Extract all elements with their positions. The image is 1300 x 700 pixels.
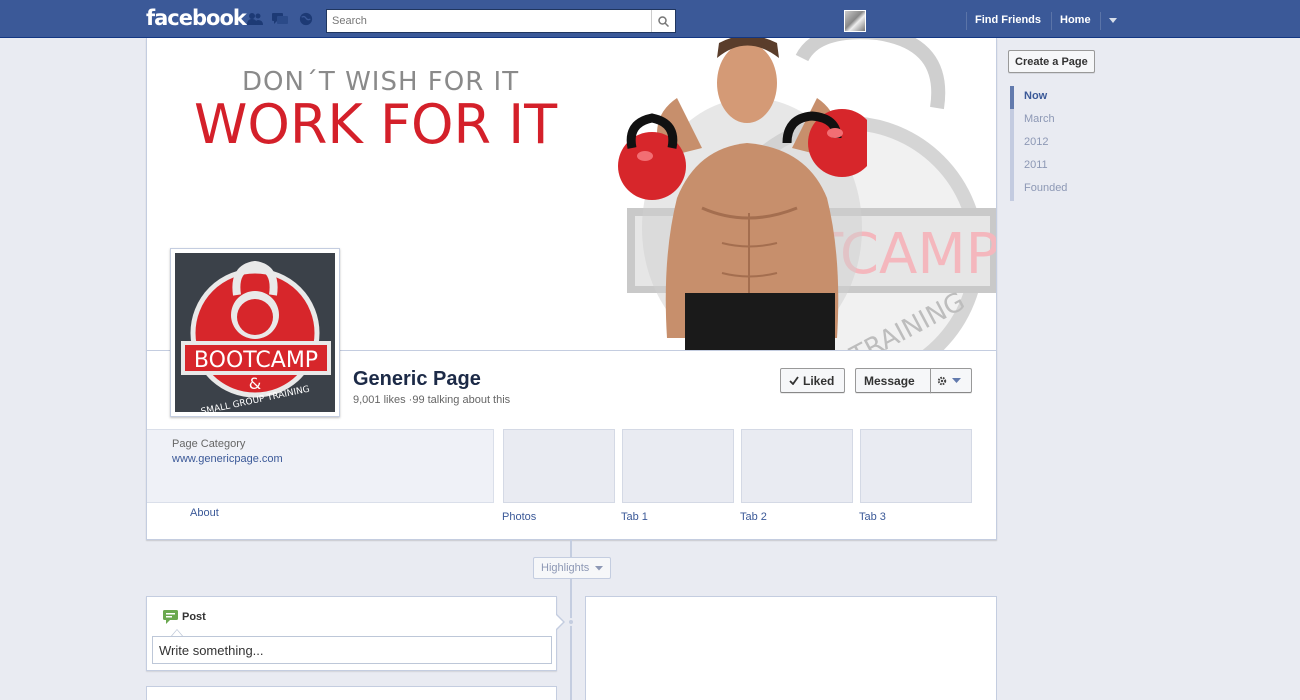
scrubber-item-march[interactable]: March xyxy=(1010,109,1110,132)
divider xyxy=(1051,12,1052,30)
timeline-scrubber: Now March 2012 2011 Founded xyxy=(1010,86,1110,201)
liked-label: Liked xyxy=(803,373,835,388)
post-tab-indicator xyxy=(171,629,183,636)
timeline-dot xyxy=(567,618,575,626)
status-post-icon xyxy=(163,610,178,624)
home-link[interactable]: Home xyxy=(1060,14,1091,26)
likes-count[interactable]: 9,001 likes xyxy=(353,394,406,406)
search-icon xyxy=(658,15,669,27)
post-tab-label: Post xyxy=(182,611,206,623)
search-box xyxy=(326,9,676,33)
highlights-dropdown[interactable]: Highlights xyxy=(533,557,612,579)
scrubber-item-now[interactable]: Now xyxy=(1010,86,1110,109)
post-tab[interactable]: Post xyxy=(163,610,206,624)
page-title[interactable]: Generic Page xyxy=(353,368,481,391)
profile-picture[interactable]: BOOTCAMP & SMALL GROUP TRAINING xyxy=(170,248,340,417)
checkmark-icon xyxy=(789,376,799,385)
divider xyxy=(1100,12,1101,30)
find-friends-link[interactable]: Find Friends xyxy=(975,14,1041,26)
messages-icon[interactable] xyxy=(272,12,288,26)
website-link[interactable]: www.genericpage.com xyxy=(172,453,283,465)
post-input[interactable] xyxy=(152,636,552,664)
highlights-label: Highlights xyxy=(541,562,590,574)
search-button[interactable] xyxy=(651,10,675,32)
account-menu-icon[interactable] xyxy=(1109,18,1117,23)
scrubber-item-founded[interactable]: Founded xyxy=(1010,178,1110,201)
user-avatar[interactable] xyxy=(844,10,866,32)
bootcamp-logo: BOOTCAMP & SMALL GROUP TRAINING xyxy=(175,253,335,412)
tab-2-thumbnail[interactable] xyxy=(741,429,853,503)
timeline-header-card: DON´T WISH FOR IT WORK FOR IT TCAMP TRAI… xyxy=(146,38,997,540)
notifications-icon[interactable] xyxy=(298,12,314,26)
tab-2[interactable]: Tab 2 xyxy=(740,511,767,523)
talking-count: 99 talking about this xyxy=(412,394,511,406)
tab-1[interactable]: Tab 1 xyxy=(621,511,648,523)
scrubber-item-2011[interactable]: 2011 xyxy=(1010,155,1110,178)
tab-photos[interactable]: Photos xyxy=(502,511,536,523)
facebook-logo[interactable]: facebook xyxy=(146,6,247,30)
tab-1-thumbnail[interactable] xyxy=(622,429,734,503)
top-bar: facebook Find Friends Home xyxy=(0,0,1300,38)
chevron-down-icon xyxy=(952,377,961,383)
message-button[interactable]: Message xyxy=(855,368,931,393)
gear-icon xyxy=(937,376,947,385)
tab-3-thumbnail[interactable] xyxy=(860,429,972,503)
post-pointer xyxy=(555,613,565,631)
page-stats: 9,001 likes ·99 talking about this xyxy=(353,394,510,406)
logo-main-text: BOOTCAMP xyxy=(194,348,318,373)
timeline-story-card xyxy=(585,596,997,700)
athlete-photo xyxy=(618,38,867,350)
liked-button[interactable]: Liked xyxy=(780,368,845,393)
page-settings-button[interactable] xyxy=(930,368,972,393)
friend-requests-icon[interactable] xyxy=(247,12,263,26)
create-page-button[interactable]: Create a Page xyxy=(1008,50,1095,73)
page-info-box: Page Category www.genericpage.com xyxy=(147,429,494,503)
bootcamp-logo-graphic: BOOTCAMP & SMALL GROUP TRAINING xyxy=(181,260,331,412)
page-category: Page Category xyxy=(172,438,246,450)
cover-slogan-line2: WORK FOR IT xyxy=(194,93,558,156)
post-composer: Post xyxy=(146,596,565,671)
about-link[interactable]: About xyxy=(190,507,219,519)
divider xyxy=(966,12,967,30)
tab-photos-thumbnail[interactable] xyxy=(503,429,615,503)
chevron-down-icon xyxy=(595,565,604,570)
logo-ampersand: & xyxy=(249,374,261,393)
message-label: Message xyxy=(864,373,915,388)
timeline-story-card-left xyxy=(146,686,557,700)
scrubber-item-2012[interactable]: 2012 xyxy=(1010,132,1110,155)
tab-3[interactable]: Tab 3 xyxy=(859,511,886,523)
search-input[interactable] xyxy=(327,10,647,32)
